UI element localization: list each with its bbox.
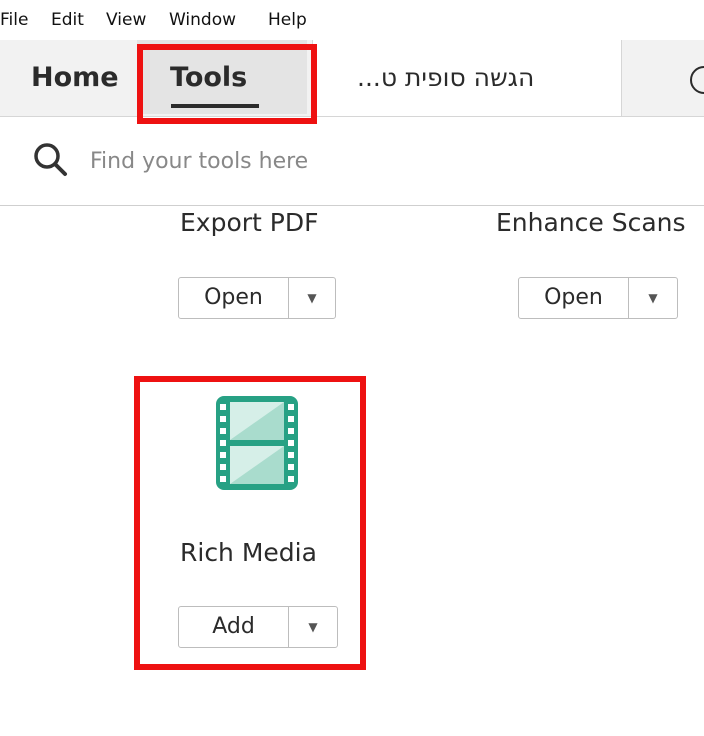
chevron-down-icon[interactable]: ▼ (629, 278, 677, 318)
search-icon (34, 143, 67, 176)
rich-media-add-button: Add ▼ (178, 606, 338, 648)
acrobat-window: File Edit View Window Help Home Tools הג… (0, 0, 704, 736)
tab-home[interactable]: Home (31, 40, 119, 116)
rich-media-add-label[interactable]: Add (179, 607, 289, 647)
enhance-scans-open-label[interactable]: Open (519, 278, 629, 318)
menu-view[interactable]: View (106, 8, 146, 32)
tool-name-enhance-scans: Enhance Scans (496, 208, 686, 237)
chevron-down-icon[interactable]: ▼ (289, 607, 337, 647)
film-strip-icon (216, 396, 298, 490)
search-input[interactable] (90, 141, 650, 181)
export-pdf-open-label[interactable]: Open (179, 278, 289, 318)
menu-help[interactable]: Help (268, 8, 307, 32)
tool-name-export-pdf: Export PDF (180, 208, 319, 237)
chevron-down-icon[interactable]: ▼ (289, 278, 335, 318)
menu-window[interactable]: Window (169, 8, 236, 32)
tab-document-label: הגשה סופית ט... (357, 63, 535, 92)
tab-tools-label: Tools (170, 62, 248, 93)
menu-file[interactable]: File (0, 8, 28, 32)
menu-bar: File Edit View Window Help (0, 0, 704, 40)
active-tab-indicator (171, 104, 259, 108)
tool-search (0, 117, 704, 206)
tab-document[interactable]: הגשה סופית ט... (312, 40, 622, 116)
tab-bar: Home Tools הגשה סופית ט... (0, 40, 704, 117)
menu-edit[interactable]: Edit (51, 8, 84, 32)
enhance-scans-open-button: Open ▼ (518, 277, 678, 319)
export-pdf-open-button: Open ▼ (178, 277, 336, 319)
account-icon[interactable] (690, 66, 704, 94)
tab-tools[interactable]: Tools (137, 40, 307, 114)
tool-name-rich-media: Rich Media (180, 538, 317, 567)
